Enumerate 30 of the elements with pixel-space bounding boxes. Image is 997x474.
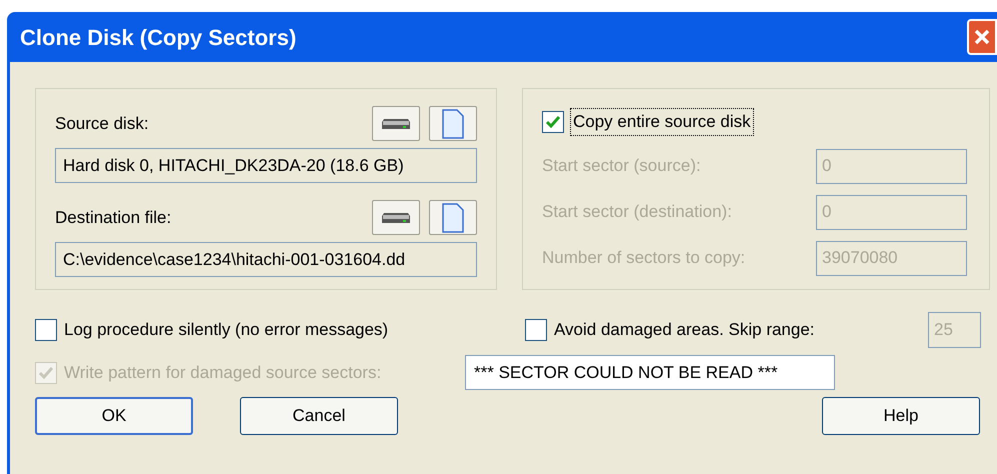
field-label: Start sector (source): <box>542 155 701 178</box>
checkbox-label: Write pattern for damaged source sectors: <box>64 362 382 384</box>
close-button[interactable] <box>967 19 997 55</box>
drive-button[interactable] <box>372 106 420 141</box>
window-title: Clone Disk (Copy Sectors) <box>20 24 296 52</box>
file-icon <box>441 202 465 232</box>
drive-icon <box>381 210 411 224</box>
dialog-button[interactable]: Cancel <box>240 397 398 435</box>
file-icon <box>441 108 465 138</box>
close-icon <box>973 28 991 46</box>
checkbox[interactable] <box>542 110 564 133</box>
drive-button[interactable] <box>372 200 420 235</box>
checkbox[interactable] <box>35 319 57 341</box>
drive-icon <box>381 116 411 130</box>
checkbox-label: Avoid damaged areas. Skip range: <box>554 319 815 342</box>
checkmark-icon <box>546 116 560 128</box>
checkbox[interactable] <box>525 319 547 341</box>
dialog-button[interactable]: OK <box>35 397 193 435</box>
field-label: Destination file: <box>55 206 172 229</box>
field-label: Start sector (destination): <box>542 201 732 224</box>
checkbox-label: Log procedure silently (no error messages) <box>64 319 388 342</box>
path-field[interactable]: C:\evidence\case1234\hitachi-001-031604.dd <box>55 242 477 277</box>
file-button[interactable] <box>429 106 477 141</box>
file-button[interactable] <box>429 200 477 235</box>
field-label: Source disk: <box>55 112 149 135</box>
checkmark-icon <box>39 366 53 378</box>
field-label: Number of sectors to copy: <box>542 247 746 270</box>
path-field[interactable]: Hard disk 0, HITACHI_DK23DA-20 (18.6 GB) <box>55 148 477 183</box>
dialog-button[interactable]: Help <box>822 397 980 435</box>
checkbox-label: Copy entire source disk <box>570 108 754 136</box>
